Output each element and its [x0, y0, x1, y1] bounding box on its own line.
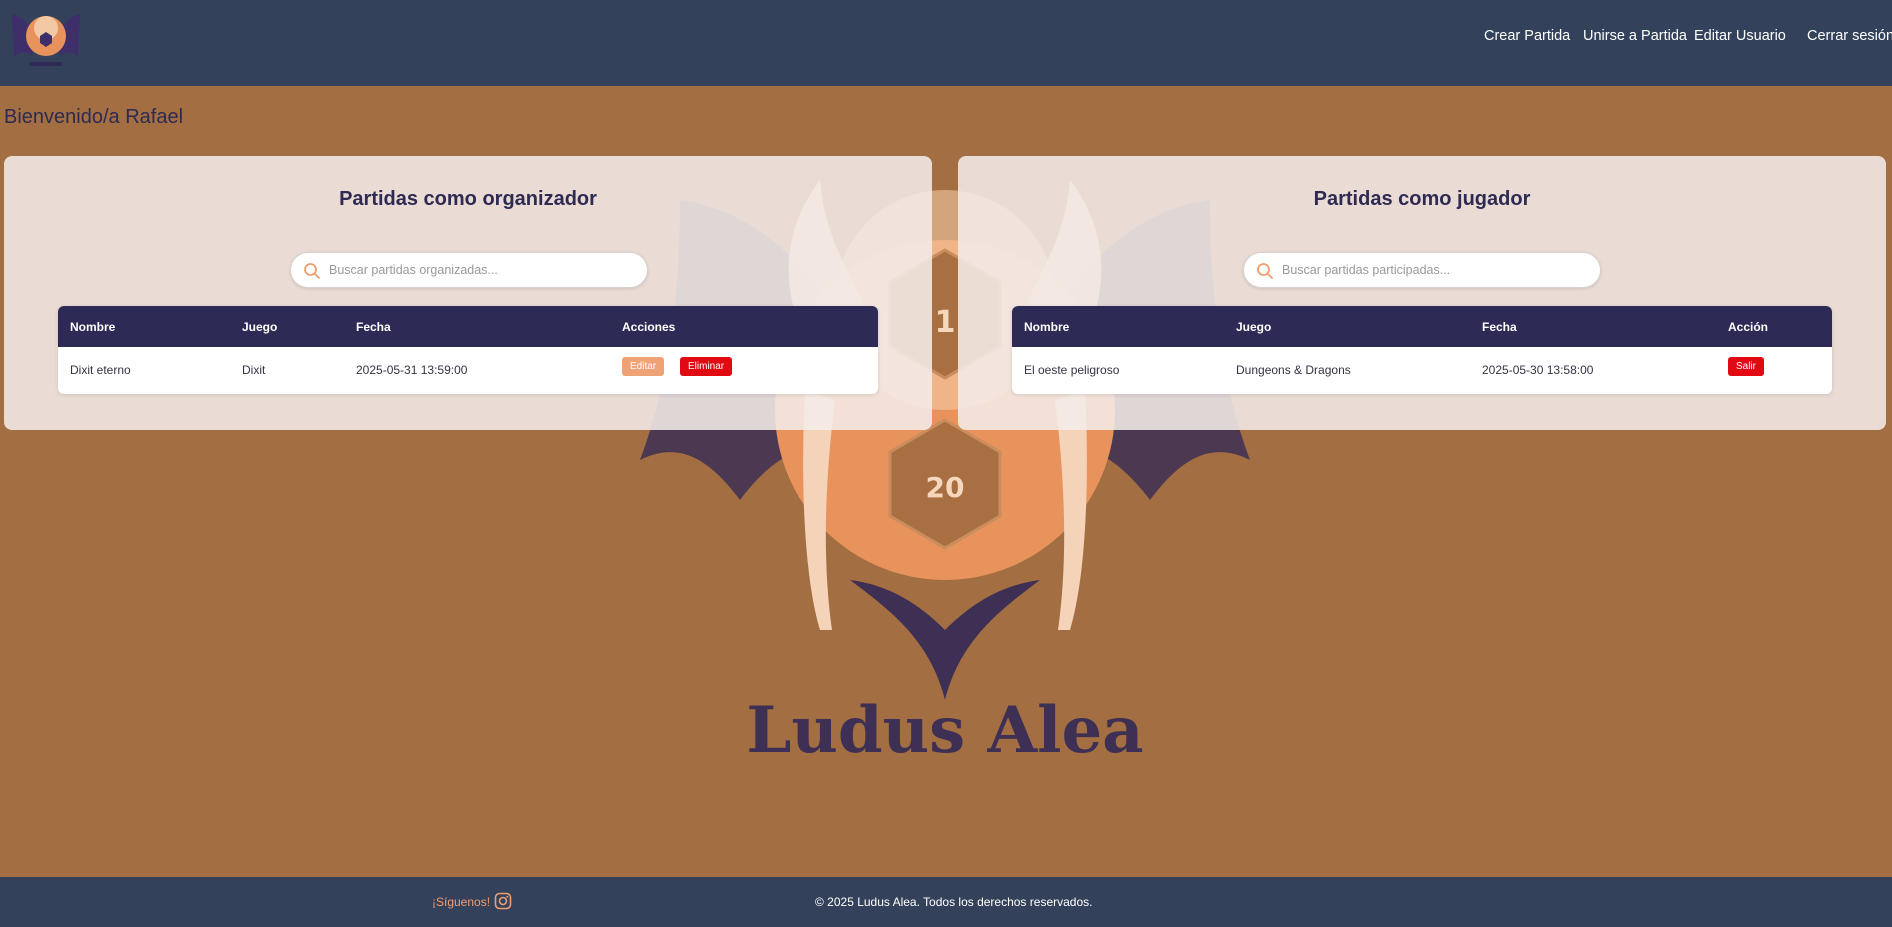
column-header-juego: Juego	[242, 320, 278, 334]
player-games-table: Nombre Juego Fecha Acción El oeste pelig…	[1012, 306, 1832, 394]
follow-us-link[interactable]: ¡Síguenos!	[432, 895, 490, 909]
player-games-panel: Partidas como jugador Nombre Juego Fecha…	[958, 156, 1886, 430]
instagram-icon[interactable]	[494, 892, 512, 910]
column-header-accion: Acción	[1728, 320, 1769, 334]
cell-nombre: El oeste peligroso	[1024, 363, 1120, 377]
column-header-nombre: Nombre	[1024, 320, 1070, 334]
player-panel-title: Partidas como jugador	[1313, 188, 1531, 210]
search-icon	[1257, 263, 1273, 279]
welcome-heading: Bienvenido/a Rafael	[4, 106, 184, 128]
top-navigation-bar: Crear Partida Unirse a Partida Editar Us…	[0, 0, 1892, 86]
cell-fecha: 2025-05-31 13:59:00	[356, 363, 468, 377]
copyright-text: © 2025 Ludus Alea. Todos los derechos re…	[815, 895, 1093, 909]
cell-juego: Dungeons & Dragons	[1236, 363, 1351, 377]
edit-button[interactable]: Editar	[622, 357, 665, 376]
watermark-title: Ludus Alea	[746, 693, 1143, 760]
organizer-panel-title: Partidas como organizador	[339, 188, 597, 210]
column-header-fecha: Fecha	[356, 320, 391, 334]
page-footer: ¡Síguenos! © 2025 Ludus Alea. Todos los …	[0, 877, 1892, 927]
nav-editar-usuario[interactable]: Editar Usuario	[1694, 28, 1786, 44]
player-search-box	[1243, 252, 1601, 288]
brand-logo[interactable]	[8, 6, 84, 70]
cell-nombre: Dixit eterno	[70, 363, 131, 377]
nav-unirse-partida[interactable]: Unirse a Partida	[1583, 28, 1687, 44]
player-search-input[interactable]	[1282, 253, 1592, 287]
column-header-fecha: Fecha	[1482, 320, 1517, 334]
organizer-search-input[interactable]	[329, 253, 639, 287]
leave-button[interactable]: Salir	[1728, 357, 1765, 376]
nav-cerrar-sesion[interactable]: Cerrar sesión	[1807, 28, 1892, 44]
column-header-juego: Juego	[1236, 320, 1272, 334]
cell-fecha: 2025-05-30 13:58:00	[1482, 363, 1594, 377]
nav-crear-partida[interactable]: Crear Partida	[1484, 28, 1570, 44]
column-header-acciones: Acciones	[622, 320, 676, 334]
delete-button[interactable]: Eliminar	[680, 357, 733, 376]
die-top-number: 1	[935, 305, 956, 340]
table-header: Nombre Juego Fecha Acción	[1012, 306, 1832, 347]
organizer-games-table: Nombre Juego Fecha Acciones Dixit eterno…	[58, 306, 878, 394]
organizer-search-box	[290, 252, 648, 288]
cell-juego: Dixit	[242, 363, 266, 377]
die-bottom-number: 20	[926, 471, 965, 504]
search-icon	[304, 263, 320, 279]
column-header-nombre: Nombre	[70, 320, 116, 334]
table-header: Nombre Juego Fecha Acciones	[58, 306, 878, 347]
organizer-games-panel: Partidas como organizador Nombre Juego F…	[4, 156, 932, 430]
